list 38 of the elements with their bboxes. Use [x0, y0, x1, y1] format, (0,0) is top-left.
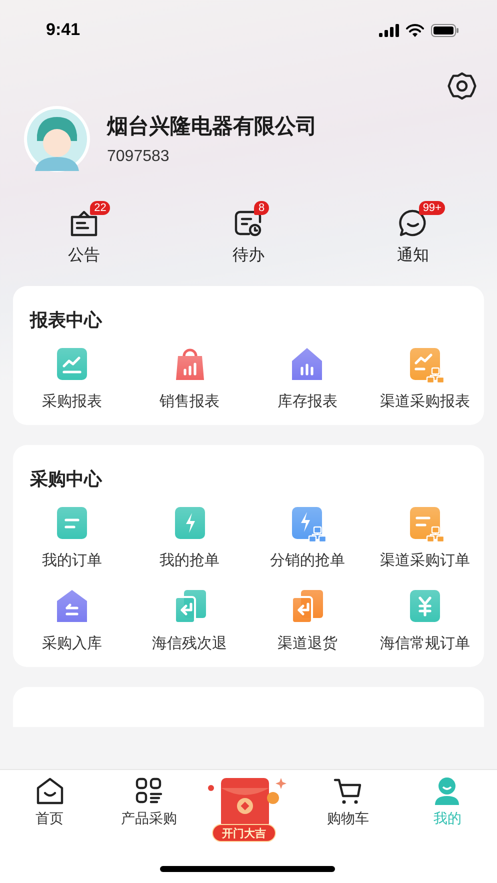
menu-item[interactable]: 渠道采购报表 — [366, 344, 484, 411]
battery-icon — [431, 24, 459, 36]
count-badge: 8 — [254, 201, 269, 215]
tab[interactable]: 产品采购 — [99, 776, 199, 828]
status-time: 9:41 — [46, 20, 80, 40]
menu-item[interactable]: 渠道退货 — [248, 586, 366, 653]
tab[interactable]: 首页 — [0, 776, 100, 828]
menu-item[interactable]: 库存报表 — [248, 344, 366, 411]
menu-item[interactable]: 我的抢单 — [130, 503, 248, 570]
menu-item[interactable]: 分销的抢单 — [248, 503, 366, 570]
count-badge: 99+ — [418, 201, 446, 215]
company-name: 烟台兴隆电器有限公司 — [107, 113, 317, 140]
menu-item[interactable]: 海信常规订单 — [366, 586, 484, 653]
wifi-icon — [406, 24, 424, 36]
menu-item[interactable]: 海信残次退 — [130, 586, 248, 653]
menu-item[interactable]: 销售报表 — [130, 344, 248, 411]
account-number: 7097583 — [107, 148, 170, 166]
signal-icon — [379, 24, 399, 36]
count-badge: 22 — [90, 201, 110, 215]
promo-label: 开门大吉 — [212, 824, 276, 842]
section-title: 报表中心 — [28, 309, 104, 332]
avatar — [23, 105, 91, 173]
tab[interactable]: 购物车 — [298, 776, 398, 828]
shortcut-label: 通知 — [396, 245, 429, 266]
shortcut-button[interactable]: 22 公告 — [2, 199, 166, 266]
grid-icon — [134, 776, 164, 806]
menu-item[interactable]: 我的订单 — [13, 503, 131, 570]
shortcut-button[interactable]: 8 待办 — [166, 199, 331, 266]
cart-icon — [332, 776, 363, 806]
settings-icon[interactable] — [447, 71, 477, 101]
menu-item[interactable]: 采购入库 — [13, 586, 131, 653]
shortcut-button[interactable]: 99+ 通知 — [330, 199, 495, 266]
section-title: 采购中心 — [29, 468, 104, 491]
shortcut-label: 公告 — [68, 245, 100, 266]
menu-item[interactable]: 采购报表 — [13, 344, 131, 411]
home-icon — [34, 776, 65, 806]
shortcut-label: 待办 — [232, 245, 264, 266]
menu-item[interactable]: 渠道采购订单 — [366, 503, 484, 570]
